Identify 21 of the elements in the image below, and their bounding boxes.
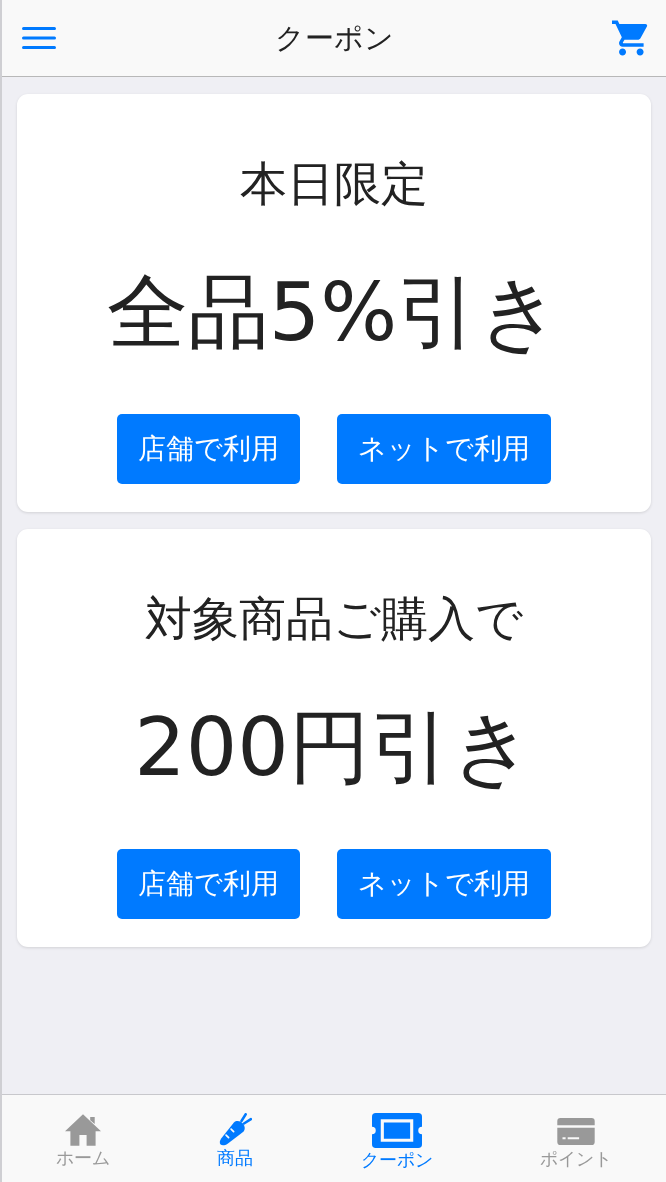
discount-text: 200円引き	[134, 699, 534, 796]
ticket-icon	[371, 1113, 422, 1148]
carrot-icon	[218, 1113, 252, 1146]
discount-text: 全品5%引き	[106, 264, 562, 361]
tab[interactable]: クーポン	[360, 1113, 433, 1170]
tab[interactable]: ホーム	[55, 1113, 110, 1168]
online-use-button[interactable]: ネットで利用	[337, 414, 551, 484]
store-use-button[interactable]: 店舗で利用	[117, 849, 300, 919]
menu-button[interactable]	[22, 27, 56, 49]
cart-icon	[612, 20, 648, 56]
tab[interactable]: ポイント	[540, 1113, 613, 1169]
coupon-condition: 本日限定	[240, 156, 428, 212]
tab[interactable]: 商品	[217, 1113, 254, 1168]
cart-button[interactable]	[612, 20, 648, 56]
store-use-button[interactable]: 店舗で利用	[117, 414, 300, 484]
online-use-button[interactable]: ネットで利用	[337, 849, 551, 919]
house-icon	[64, 1113, 101, 1146]
page-title: クーポン	[274, 20, 394, 56]
credit-card-icon	[557, 1118, 596, 1145]
coupon-condition: 対象商品ご購入で	[145, 591, 523, 647]
menu-icon	[22, 27, 56, 49]
